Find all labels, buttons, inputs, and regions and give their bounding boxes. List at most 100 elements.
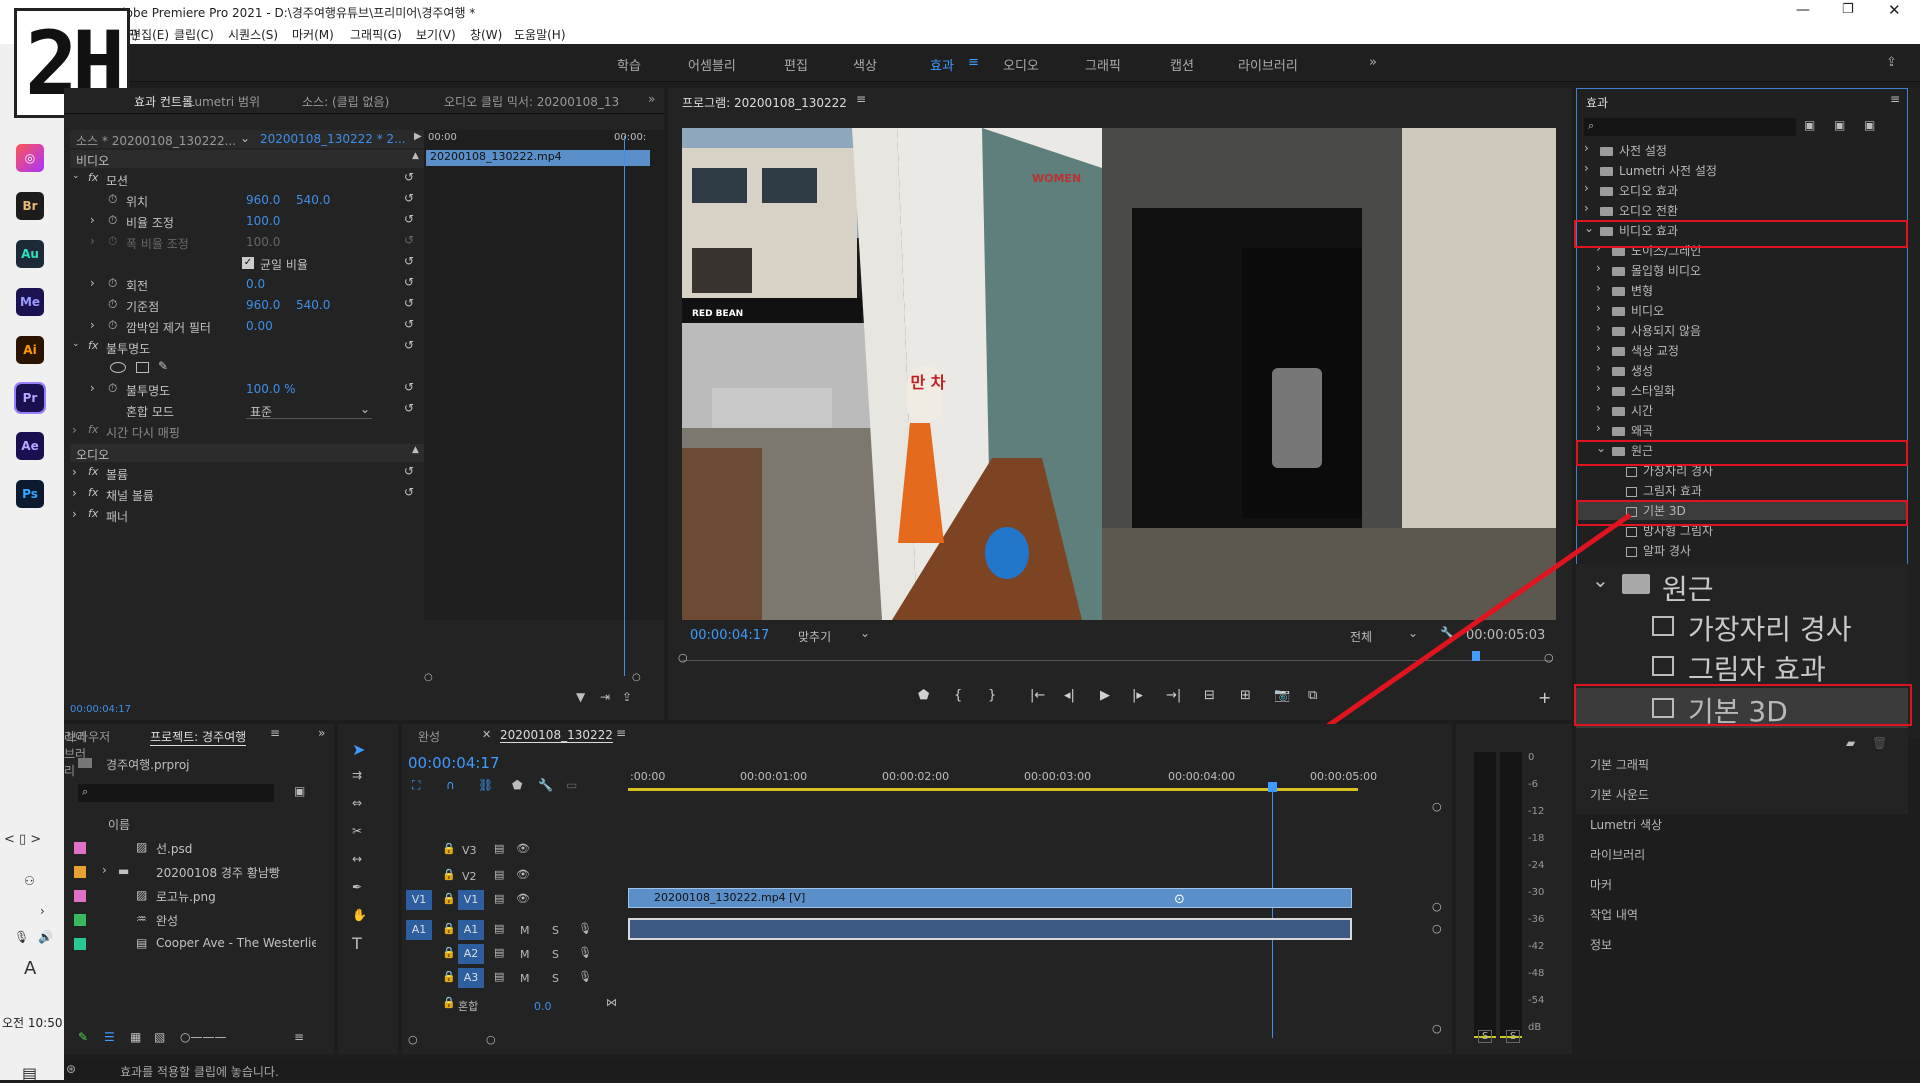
fit-select[interactable]: 맞추기 ⌄ — [796, 626, 876, 644]
reset-icon[interactable]: ↺ — [404, 212, 414, 226]
stopwatch-icon[interactable]: ⏱ — [108, 276, 117, 291]
menu-sequence[interactable]: 시퀀스(S) — [228, 26, 278, 43]
solo-right-button[interactable]: S — [1506, 1030, 1521, 1043]
chevron-down-icon[interactable]: ⌄ — [72, 339, 80, 349]
chevron-right-icon[interactable]: › — [102, 863, 107, 877]
mute-button[interactable]: M — [520, 948, 530, 961]
menu-clip[interactable]: 클립(C) — [174, 26, 214, 43]
track-select-tool-icon[interactable]: ⇉ — [352, 768, 362, 782]
video-clip[interactable]: 20200108_130222.mp4 [V] — [628, 888, 1352, 908]
bridge-app-icon[interactable]: Br — [16, 192, 44, 220]
rotation-value[interactable]: 0.0 — [246, 277, 265, 291]
add-marker-button[interactable]: ⬟ — [918, 688, 929, 703]
ws-more-icon[interactable]: » — [1369, 55, 1377, 70]
reset-icon[interactable]: ↺ — [404, 254, 414, 268]
mic-icon[interactable]: 🎙 — [578, 922, 592, 935]
sync-lock-icon[interactable]: ▤ — [494, 946, 504, 959]
program-timecode[interactable]: 00:00:04:17 — [690, 628, 769, 643]
after-effects-app-icon[interactable]: Ae — [16, 432, 44, 460]
clip-name-link[interactable]: 20200108_130222 * 2... — [260, 132, 406, 146]
tree-item-immersive-video[interactable]: › 몰입형 비디오 — [1576, 260, 1908, 280]
chevron-right-icon[interactable]: › — [90, 213, 95, 227]
mic-icon[interactable]: 🎙 — [578, 970, 592, 983]
illustrator-app-icon[interactable]: Ai — [16, 336, 44, 364]
selection-tool-icon[interactable]: ➤ — [352, 740, 365, 759]
zoom-slider-end[interactable]: ○ — [632, 672, 641, 683]
chevron-right-icon[interactable]: › — [90, 234, 95, 248]
share-icon[interactable]: ⇪ — [1886, 55, 1897, 70]
reset-icon[interactable]: ↺ — [404, 191, 414, 205]
eye-icon[interactable]: 👁 — [516, 868, 530, 881]
source-patch-v1[interactable]: V1 — [406, 890, 432, 910]
menu-help[interactable]: 도움말(H) — [514, 26, 566, 43]
tab-audio-clip-mixer[interactable]: 오디오 클립 믹서: 20200108_13 — [444, 93, 619, 110]
panel-menu-icon[interactable]: ≡ — [1890, 92, 1900, 106]
ws-tab-learn[interactable]: 학습 — [617, 55, 641, 74]
pencil-icon[interactable]: ✎ — [78, 1030, 88, 1044]
sync-lock-icon[interactable]: ▤ — [494, 970, 504, 983]
tree-item-time[interactable]: › 시간 — [1576, 400, 1908, 420]
timeline-timecode[interactable]: 00:00:04:17 — [408, 754, 500, 772]
zoom-slider-start[interactable]: ○ — [424, 672, 433, 683]
blend-mode-select[interactable]: 표준 ⌄ — [246, 402, 372, 419]
razor-tool-icon[interactable]: ✂ — [352, 824, 362, 838]
panel-more-icon[interactable]: » — [648, 92, 655, 106]
creative-cloud-icon[interactable]: ◎ — [16, 144, 44, 172]
solo-left-button[interactable]: S — [1478, 1030, 1493, 1043]
antiflicker-value[interactable]: 0.00 — [246, 319, 273, 333]
chevron-right-icon[interactable]: › — [72, 486, 77, 500]
panel-history[interactable]: 작업 내역 — [1590, 906, 1920, 926]
vertical-scrollbar[interactable]: ○ ○ ○ ○ — [1432, 800, 1442, 1035]
tree-item-video[interactable]: › 비디오 — [1576, 300, 1908, 320]
list-view-icon[interactable]: ☰ — [104, 1030, 115, 1044]
audio-clip[interactable] — [628, 918, 1352, 940]
tab-lumetri-scopes[interactable]: Lumetri 범위 — [188, 93, 260, 110]
timeline-scrollbar[interactable]: ○ ○ — [408, 1033, 1438, 1046]
accelerated-effects-icon[interactable]: ▣ — [1804, 118, 1815, 132]
motion-row[interactable]: ⌄ fx 모션 ↺ — [70, 170, 424, 190]
rectangle-mask-icon[interactable] — [136, 362, 149, 373]
mix-end-icon[interactable]: ⋈ — [606, 996, 617, 1009]
ws-tab-assembly[interactable]: 어셈블리 — [688, 55, 736, 74]
tree-item-color-correction[interactable]: › 색상 교정 — [1576, 340, 1908, 360]
panel-menu-icon[interactable]: ≡ — [270, 726, 280, 740]
track-name[interactable]: V1 — [458, 890, 484, 910]
chevron-right-icon[interactable]: › — [90, 381, 95, 395]
effect-playhead[interactable] — [624, 136, 625, 676]
mic-icon[interactable]: 🎙 — [14, 930, 29, 944]
people-icon[interactable]: ⚇ — [24, 874, 35, 888]
slip-tool-icon[interactable]: ↔ — [352, 852, 362, 866]
linked-selection-icon[interactable]: ⛓ — [478, 778, 493, 792]
opacity-group-row[interactable]: ⌄ fx 불투명도 ↺ — [70, 338, 424, 358]
scale-value[interactable]: 100.0 — [246, 214, 280, 228]
panner-row[interactable]: › fx 패너 — [70, 506, 424, 526]
reset-icon[interactable]: ↺ — [404, 275, 414, 289]
anchor-y-value[interactable]: 540.0 — [296, 298, 330, 312]
menu-graphics[interactable]: 그래픽(G) — [350, 26, 402, 43]
menu-edit[interactable]: 편집(E) — [130, 26, 169, 43]
menu-view[interactable]: 보기(V) — [416, 26, 456, 43]
reset-icon[interactable]: ↺ — [404, 296, 414, 310]
lock-icon[interactable]: 🔒 — [442, 946, 456, 959]
tree-item-drop-shadow[interactable]: 그림자 효과 — [1576, 480, 1908, 500]
fx-icon[interactable]: fx — [88, 486, 98, 499]
delete-icon[interactable]: 🗑 — [1872, 736, 1887, 750]
tree-item-obsolete[interactable]: › 사용되지 않음 — [1576, 320, 1908, 340]
chevron-down-icon[interactable]: ⌄ — [72, 171, 80, 181]
close-tab-icon[interactable]: ✕ — [482, 728, 491, 741]
track-name[interactable]: A1 — [458, 920, 484, 940]
tree-item-stylize[interactable]: › 스타일화 — [1576, 380, 1908, 400]
project-search-input[interactable]: ⌕ — [78, 784, 274, 802]
tab-sequence-complete[interactable]: 완성 — [418, 728, 440, 745]
eye-icon[interactable]: 👁 — [516, 842, 530, 855]
play-clip-icon[interactable]: ▶ — [414, 131, 422, 142]
pen-mask-icon[interactable]: ✎ — [158, 359, 168, 373]
chevron-right-icon[interactable]: › — [72, 507, 77, 521]
lock-icon[interactable]: 🔒 — [442, 996, 456, 1009]
tab-sequence-active[interactable]: 20200108_130222 — [500, 728, 613, 743]
project-item[interactable]: ▨ 선.psd — [74, 838, 324, 858]
ws-tab-audio[interactable]: 오디오 — [1003, 55, 1039, 74]
type-tool-icon[interactable]: T — [352, 934, 362, 953]
eye-icon[interactable]: 👁 — [516, 892, 530, 905]
stopwatch-icon[interactable]: ⏱ — [108, 213, 117, 228]
